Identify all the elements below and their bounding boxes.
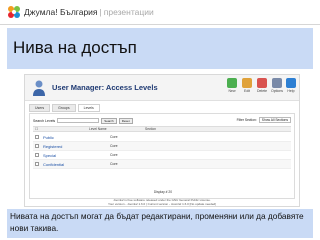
table-row: Public Core <box>33 133 291 142</box>
level-section: Core <box>110 153 118 157</box>
users-icon <box>33 80 45 96</box>
section-filter: Filter Section: Show All Sections <box>237 117 291 123</box>
delete-icon <box>257 78 267 88</box>
column-level-name[interactable]: Level Name <box>89 127 107 131</box>
submenu-tabs: Users Groups Levels <box>29 104 100 112</box>
level-link[interactable]: Special <box>43 153 56 158</box>
new-icon <box>227 78 237 88</box>
slide-title: Нива на достъп <box>13 38 137 57</box>
row-checkbox[interactable] <box>35 135 39 139</box>
filter-label: Filter Section: <box>236 118 257 122</box>
search-button[interactable]: Search <box>101 117 117 124</box>
joomla-logo-icon <box>8 6 20 18</box>
search-input[interactable] <box>57 118 100 123</box>
toolbar-help-button[interactable]: Help <box>284 78 298 98</box>
reset-button[interactable]: Reset <box>118 117 133 124</box>
tab-groups[interactable]: Groups <box>52 104 76 112</box>
toolbar-new-button[interactable]: New <box>225 78 239 98</box>
manager-title: User Manager: Access Levels <box>52 83 158 92</box>
level-link[interactable]: Registered <box>43 144 62 149</box>
header: Джумла! България | презентации <box>7 3 307 21</box>
toolbar-edit-button[interactable]: Edit <box>240 78 254 98</box>
search-label: Search Levels <box>33 118 56 123</box>
edit-icon <box>242 78 252 88</box>
table-row: Special Core <box>33 151 291 160</box>
search-row: Search Levels Search Reset <box>33 117 133 124</box>
brand-name: Джумла! България <box>24 7 98 17</box>
joomla-footer: Joomla! is free software released under … <box>25 198 299 206</box>
row-checkbox[interactable] <box>35 153 39 157</box>
header-separator: | <box>99 7 102 17</box>
toolbar-delete-button[interactable]: Delete <box>255 78 269 98</box>
tab-users[interactable]: Users <box>29 104 51 112</box>
column-section[interactable]: Section <box>145 127 156 131</box>
slide: Джумла! България | презентации Нива на д… <box>0 0 320 240</box>
table-row: Confidential Core <box>33 160 291 169</box>
options-icon <box>272 78 282 88</box>
header-section: презентации <box>103 7 154 17</box>
table-header: ☐ Level Name Section <box>33 126 291 132</box>
slide-caption: Нивата на достъп могат да бъдат редактир… <box>10 211 304 233</box>
level-link[interactable]: Confidential <box>43 162 64 167</box>
level-link[interactable]: Public <box>43 135 54 140</box>
manager-toolbar: User Manager: Access Levels New Edit Del… <box>25 75 299 101</box>
tab-levels[interactable]: Levels <box>77 104 100 112</box>
toolbar-options-button[interactable]: Options <box>270 78 284 98</box>
row-checkbox[interactable] <box>35 162 39 166</box>
table-row: Registered Core <box>33 142 291 151</box>
row-checkbox[interactable] <box>35 144 39 148</box>
pagination-display[interactable]: Display # 20 <box>30 190 296 194</box>
select-all-checkbox[interactable]: ☐ <box>35 127 38 131</box>
filter-select[interactable]: Show All Sections <box>258 117 291 123</box>
levels-table: Public Core Registered Core Special Core… <box>33 133 291 169</box>
screenshot-image: User Manager: Access Levels New Edit Del… <box>24 74 300 207</box>
levels-panel: Search Levels Search Reset Filter Sectio… <box>29 113 295 199</box>
level-section: Core <box>110 135 118 139</box>
title-band: Нива на достъп <box>7 28 313 69</box>
help-icon <box>286 78 296 88</box>
level-section: Core <box>110 144 118 148</box>
footer-version: Your version - Joomla! 1.6.0 | Current v… <box>107 201 217 206</box>
header-divider <box>0 24 320 25</box>
caption-band: Нивата на достъп могат да бъдат редактир… <box>7 209 313 238</box>
level-section: Core <box>110 162 118 166</box>
